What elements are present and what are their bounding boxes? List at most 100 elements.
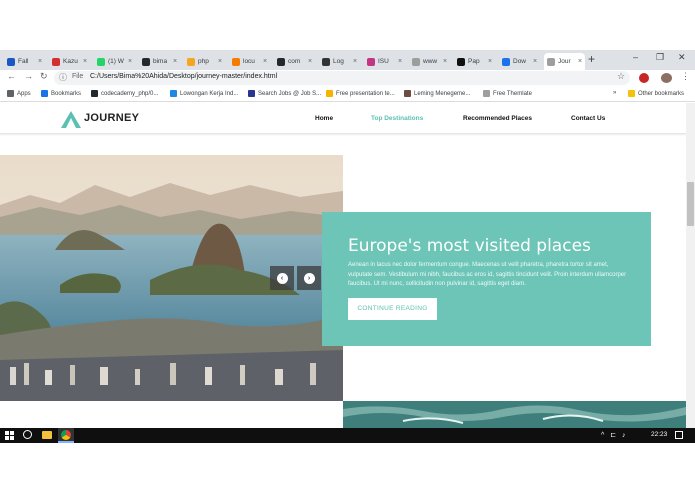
browser-tab[interactable]: Kazu ×: [49, 53, 90, 70]
site-icon: [248, 90, 255, 97]
favicon-icon: [457, 57, 465, 66]
tab-label: Fall: [18, 58, 29, 65]
tab-close-icon[interactable]: ×: [398, 58, 402, 65]
close-window-button[interactable]: ✕: [678, 52, 686, 63]
browser-tab[interactable]: com ×: [274, 53, 315, 70]
taskbar-clock[interactable]: 22:23: [651, 431, 667, 438]
tab-label: Dow: [513, 58, 527, 65]
browser-tab[interactable]: www ×: [409, 53, 450, 70]
carousel-next-button[interactable]: ›: [297, 266, 321, 290]
tab-close-icon[interactable]: ×: [218, 58, 222, 65]
site-icon: [170, 90, 177, 97]
bookmark-item[interactable]: Apps: [7, 90, 31, 97]
favicon-icon: [322, 57, 330, 66]
tab-label: (1) W: [108, 58, 124, 65]
bookmark-item[interactable]: Leming Menegeme...: [404, 90, 470, 97]
hero-text: Aenean in lacus nec dolor fermentum cong…: [348, 262, 627, 287]
menu-dots-icon[interactable]: ⋮: [681, 71, 690, 82]
tab-label: locu: [243, 58, 255, 65]
bookmark-star-icon[interactable]: ☆: [617, 71, 625, 82]
address-scheme: File: [72, 73, 84, 80]
browser-tab[interactable]: locu ×: [229, 53, 270, 70]
nav-recommended-places[interactable]: Recommended Places: [463, 115, 532, 122]
favicon-icon: [367, 57, 375, 66]
bookmark-item[interactable]: Free presentation te...: [326, 90, 395, 97]
continue-reading-button[interactable]: CONTINUE READING: [348, 298, 437, 320]
bookmark-item[interactable]: Search Jobs @ Job S...: [248, 90, 321, 97]
cortana-search-icon[interactable]: [23, 430, 32, 439]
minimize-button[interactable]: –: [633, 52, 638, 62]
file-explorer-icon[interactable]: [42, 431, 52, 439]
browser-tab[interactable]: bima ×: [139, 53, 180, 70]
address-url[interactable]: C:/Users/Bima%20Ahida/Desktop/journey-ma…: [90, 73, 277, 80]
browser-tab[interactable]: php ×: [184, 53, 225, 70]
new-tab-button[interactable]: +: [588, 52, 595, 66]
reload-button[interactable]: ↻: [40, 71, 48, 82]
tab-label: Jour: [558, 58, 571, 65]
tab-label: php: [198, 58, 209, 65]
browser-tab[interactable]: Log ×: [319, 53, 360, 70]
profile-avatar[interactable]: [661, 73, 672, 83]
tab-close-icon[interactable]: ×: [443, 58, 447, 65]
back-button[interactable]: ←: [7, 71, 16, 81]
tab-close-icon[interactable]: ×: [308, 58, 312, 65]
notifications-icon[interactable]: [675, 431, 683, 439]
info-icon[interactable]: ⓘ: [59, 72, 67, 83]
maximize-button[interactable]: ❐: [656, 52, 664, 63]
github-icon: [91, 90, 98, 97]
top-margin: [0, 0, 695, 50]
windows-start-icon[interactable]: [5, 431, 14, 440]
carousel-prev-button[interactable]: ‹: [270, 266, 294, 290]
nav-home[interactable]: Home: [315, 115, 333, 122]
other-bookmarks[interactable]: Other bookmarks: [628, 90, 684, 97]
favicon-icon: [97, 57, 105, 66]
tab-close-icon[interactable]: ×: [533, 58, 537, 65]
star-icon: [41, 90, 48, 97]
folder-icon: [628, 90, 635, 97]
scrollbar-thumb[interactable]: [687, 182, 694, 226]
tab-close-icon[interactable]: ×: [488, 58, 492, 65]
bookmark-label: Bookmarks: [51, 90, 82, 97]
browser-tab[interactable]: Pap ×: [454, 53, 495, 70]
browser-tab[interactable]: Dow ×: [499, 53, 540, 70]
slides-icon: [326, 90, 333, 97]
browser-tab[interactable]: Fall ×: [4, 53, 45, 70]
bookmarks-overflow-button[interactable]: »: [613, 90, 616, 96]
other-bookmarks-label: Other bookmarks: [638, 90, 685, 97]
bookmark-label: Apps: [17, 90, 31, 97]
site-logo[interactable]: JOURNEY: [84, 112, 139, 124]
tab-close-icon[interactable]: ×: [263, 58, 267, 65]
browser-tab[interactable]: Jour ×: [544, 53, 586, 70]
tab-close-icon[interactable]: ×: [128, 58, 132, 65]
tab-close-icon[interactable]: ×: [578, 58, 582, 65]
bookmark-item[interactable]: codecademy_php/0...: [91, 90, 158, 97]
logo-triangle-icon: [61, 111, 81, 128]
hero-title: Europe's most visited places: [348, 236, 591, 256]
browser-tab[interactable]: (1) W ×: [94, 53, 135, 70]
tab-close-icon[interactable]: ×: [353, 58, 357, 65]
system-tray[interactable]: ^ ⊏ ♪: [601, 431, 628, 439]
forward-button[interactable]: →: [24, 71, 33, 81]
bookmark-item[interactable]: Lowongan Kerja Ind...: [170, 90, 238, 97]
tab-close-icon[interactable]: ×: [173, 58, 177, 65]
tab-close-icon[interactable]: ×: [38, 58, 42, 65]
bookmark-item[interactable]: Free Themlate: [483, 90, 532, 97]
chrome-icon: [61, 430, 71, 440]
extension-adblock-icon[interactable]: [639, 73, 649, 83]
favicon-icon: [7, 57, 15, 66]
favicon-icon: [412, 57, 420, 66]
tab-label: Kazu: [63, 58, 78, 65]
tab-close-icon[interactable]: ×: [83, 58, 87, 65]
favicon-icon: [142, 57, 150, 66]
tab-label: Pap: [468, 58, 480, 65]
bookmark-label: Lowongan Kerja Ind...: [180, 90, 239, 97]
browser-tab[interactable]: ISU ×: [364, 53, 405, 70]
favicon-icon: [52, 57, 60, 66]
bookmark-item[interactable]: Bookmarks: [41, 90, 81, 97]
nav-contact-us[interactable]: Contact Us: [571, 115, 605, 122]
bookmark-label: Leming Menegeme...: [414, 90, 471, 97]
page-scrollbar[interactable]: [686, 103, 695, 428]
nav-top-destinations[interactable]: Top Destinations: [371, 115, 423, 122]
bottom-margin: [0, 443, 695, 494]
hero-card: Europe's most visited places Aenean in l…: [322, 212, 651, 346]
